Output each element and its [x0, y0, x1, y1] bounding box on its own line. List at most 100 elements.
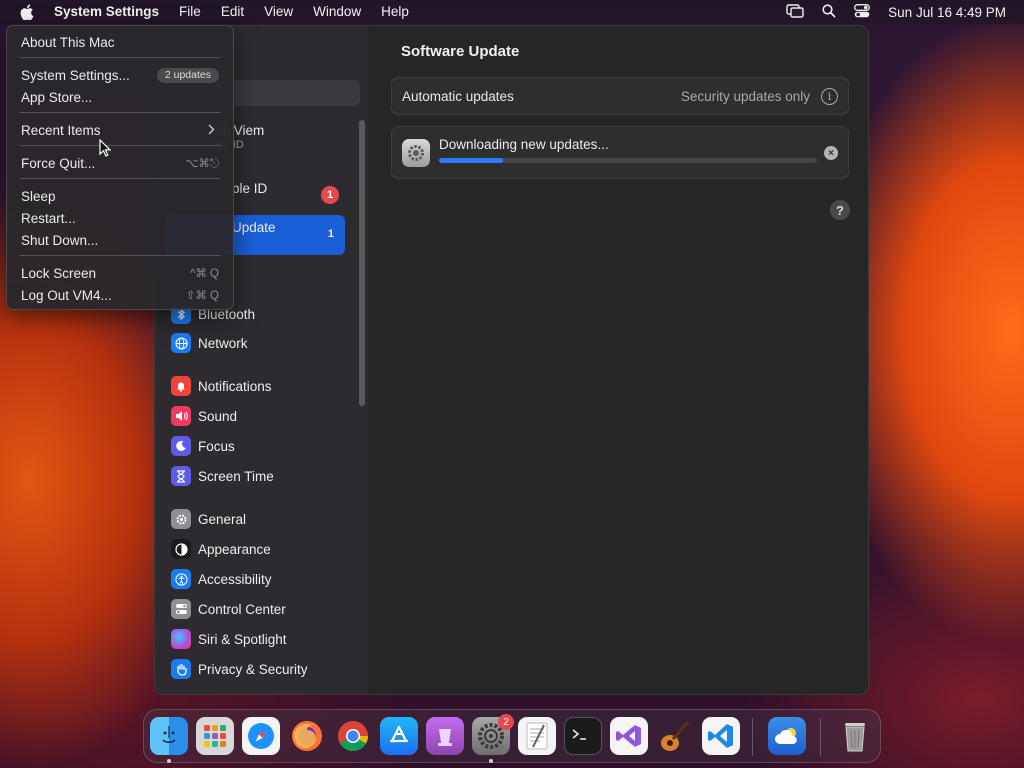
menu-item-label: Restart... [21, 210, 76, 226]
menu-app-name[interactable]: System Settings [46, 0, 169, 24]
sidebar-item-screen-time[interactable]: Screen Time [165, 462, 345, 490]
menu-item-label: Recent Items [21, 122, 101, 138]
apple-menu: About This Mac System Settings... 2 upda… [6, 25, 234, 310]
menu-item-system-settings[interactable]: System Settings... 2 updates [21, 65, 219, 85]
notifications-bell-icon [171, 376, 191, 396]
menu-clock[interactable]: Sun Jul 16 4:49 PM [888, 5, 1006, 20]
sidebar-scrollbar[interactable] [359, 120, 365, 406]
general-gear-icon [171, 509, 191, 529]
sidebar-item-label: Privacy & Security [198, 661, 308, 677]
download-progress-fill [439, 158, 504, 163]
running-indicator [489, 759, 493, 763]
menu-item-sleep[interactable]: Sleep [21, 186, 219, 206]
menu-window[interactable]: Window [303, 0, 371, 24]
podcasts-icon[interactable] [426, 717, 464, 755]
privacy-hand-icon [171, 659, 191, 679]
automatic-updates-value: Security updates only [680, 89, 810, 104]
screen-time-hourglass-icon [171, 466, 191, 486]
menu-item-label: Force Quit... [21, 155, 96, 171]
safari-compass-icon[interactable] [242, 717, 280, 755]
apple-id-badge: 1 [321, 186, 339, 204]
app-store-icon[interactable] [380, 717, 418, 755]
menu-file[interactable]: File [169, 0, 211, 24]
sidebar-item-sound[interactable]: Sound [165, 402, 345, 430]
sidebar-item-label: ple ID [232, 180, 268, 196]
menu-item-shortcut: ⌥⌘⎋ [185, 157, 219, 170]
sidebar-item-label: Notifications [198, 378, 272, 394]
visual-studio-icon[interactable] [610, 717, 648, 755]
mouse-cursor-icon [99, 138, 112, 162]
sidebar-item-general[interactable]: General [165, 505, 345, 533]
menu-item-log-out[interactable]: Log Out VM4... ⇧⌘ Q [21, 285, 219, 305]
menu-item-label: Lock Screen [21, 265, 97, 281]
sidebar-item-privacy-security[interactable]: Privacy & Security [165, 655, 345, 683]
menu-item-about-this-mac[interactable]: About This Mac [21, 32, 219, 52]
info-icon[interactable]: i [821, 88, 838, 105]
accessibility-person-icon [171, 569, 191, 589]
appearance-circle-icon [171, 539, 191, 559]
textedit-icon[interactable] [518, 717, 556, 755]
sidebar-item-accessibility[interactable]: Accessibility [165, 565, 345, 593]
spotlight-search-icon[interactable] [822, 3, 836, 21]
menu-item-shortcut: ⇧⌘ Q [185, 290, 219, 302]
menu-item-shut-down[interactable]: Shut Down... [21, 230, 219, 250]
dock-separator [820, 718, 821, 756]
sidebar-item-control-center[interactable]: Control Center [165, 595, 345, 623]
sidebar-item-label: Screen Time [198, 468, 274, 484]
weather-cloud-icon[interactable] [768, 717, 806, 755]
menu-item-lock-screen[interactable]: Lock Screen ^⌘ Q [21, 263, 219, 283]
launchpad-icon[interactable] [196, 717, 234, 755]
sidebar-item-focus[interactable]: Focus [165, 432, 345, 460]
sidebar-item-label: Update [232, 220, 276, 235]
sidebar-item-notifications[interactable]: Notifications [165, 372, 345, 400]
sidebar-item-label: General [198, 511, 247, 527]
menu-item-label: App Store... [21, 89, 93, 105]
menu-view[interactable]: View [254, 0, 303, 24]
sidebar-item-network[interactable]: Network [165, 329, 345, 357]
chrome-icon[interactable] [334, 717, 372, 755]
sidebar-item-appearance[interactable]: Appearance [165, 535, 345, 563]
menu-separator [19, 255, 221, 256]
software-update-pane: Software Update Automatic updates Securi… [371, 26, 868, 694]
finder-icon[interactable] [150, 717, 188, 755]
trash-icon[interactable] [836, 717, 874, 755]
menu-separator [19, 178, 221, 179]
menu-help[interactable]: Help [371, 0, 419, 24]
network-globe-icon [171, 333, 191, 353]
firefox-icon[interactable] [288, 717, 326, 755]
sidebar-item-label: Focus [198, 438, 235, 454]
menu-item-label: Sleep [21, 188, 56, 204]
garageband-guitar-icon[interactable] [656, 717, 694, 755]
menu-edit[interactable]: Edit [211, 0, 254, 24]
terminal-icon[interactable] [564, 717, 602, 755]
menu-item-restart[interactable]: Restart... [21, 208, 219, 228]
sound-speaker-icon [171, 406, 191, 426]
control-center-icon[interactable] [854, 3, 871, 21]
dock-separator [752, 718, 753, 756]
sidebar-item-label: Sound [198, 408, 238, 424]
menu-item-label: System Settings... [21, 67, 130, 83]
apple-logo-icon[interactable] [18, 0, 36, 24]
download-progress-card: Downloading new updates... × [391, 126, 849, 179]
sidebar-item-label: Appearance [198, 541, 271, 557]
sidebar-item-label: Control Center [198, 601, 286, 617]
system-settings-gear-icon[interactable]: 2 [472, 714, 514, 755]
software-update-gear-icon [402, 139, 430, 167]
menu-item-force-quit[interactable]: Force Quit... ⌥⌘⎋ [21, 153, 219, 173]
software-update-count: 1 [327, 228, 334, 240]
cancel-download-icon[interactable]: × [824, 146, 838, 160]
sidebar-item-label: Network [198, 335, 248, 351]
menu-item-recent-items[interactable]: Recent Items [21, 120, 219, 140]
automatic-updates-row[interactable]: Automatic updates Security updates only … [391, 77, 849, 115]
menu-item-app-store[interactable]: App Store... [21, 87, 219, 107]
dock: 2 [143, 709, 881, 763]
screen-mirroring-icon[interactable] [786, 3, 804, 21]
help-button[interactable]: ? [830, 200, 850, 220]
running-indicator [167, 759, 171, 763]
chevron-right-icon [208, 123, 215, 138]
sidebar-item-siri-spotlight[interactable]: Siri & Spotlight [165, 625, 345, 653]
menu-separator [19, 145, 221, 146]
control-center-toggles-icon [171, 599, 191, 619]
settings-badge: 2 [498, 714, 514, 730]
vscode-icon[interactable] [702, 717, 740, 755]
